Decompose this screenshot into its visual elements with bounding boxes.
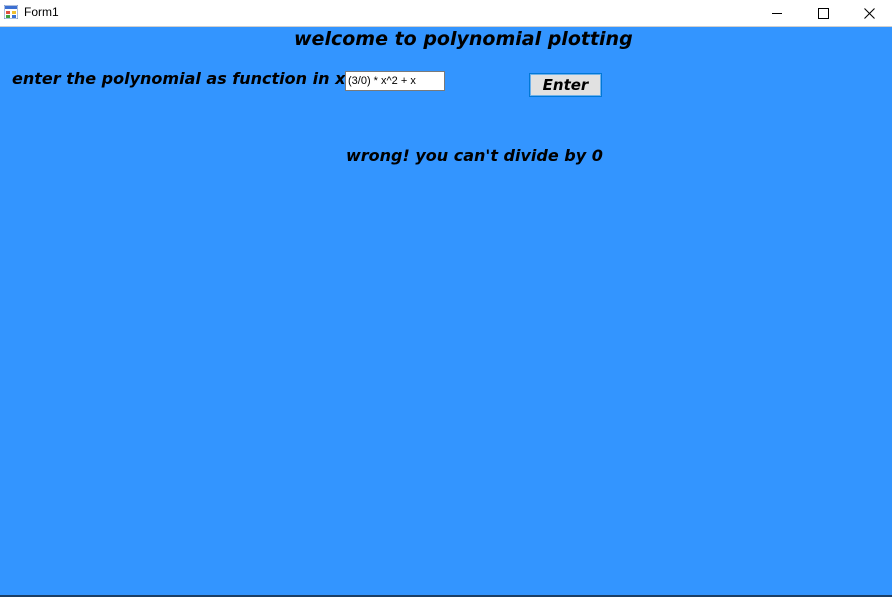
winforms-app-icon <box>4 5 18 19</box>
maximize-button[interactable] <box>800 0 846 26</box>
app-window: Form1 welcome to polynomial plotting ent… <box>0 0 892 597</box>
close-button[interactable] <box>846 0 892 26</box>
polynomial-input[interactable] <box>345 71 445 91</box>
polynomial-prompt-label: enter the polynomial as function in x <box>12 69 346 88</box>
enter-button[interactable]: Enter <box>529 73 602 97</box>
window-title: Form1 <box>24 5 59 19</box>
minimize-button[interactable] <box>754 0 800 26</box>
title-bar[interactable]: Form1 <box>0 0 892 27</box>
minimize-icon <box>772 12 782 14</box>
maximize-icon <box>817 7 829 19</box>
page-title: welcome to polynomial plotting <box>294 28 633 50</box>
close-icon <box>863 7 875 19</box>
error-message: wrong! you can't divide by 0 <box>346 146 603 165</box>
